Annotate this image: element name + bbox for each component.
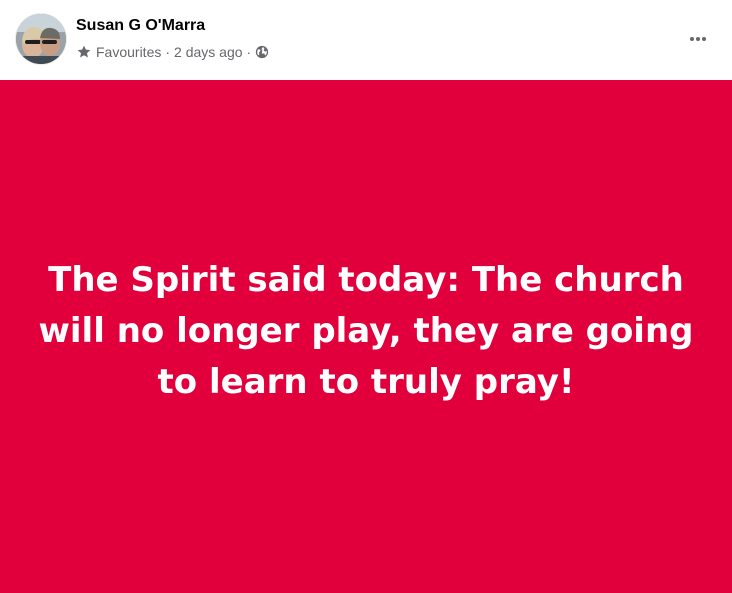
timestamp[interactable]: 2 days ago bbox=[174, 43, 243, 61]
post-meta: Favourites · 2 days ago · bbox=[76, 43, 269, 61]
avatar-photo-icon bbox=[16, 14, 66, 64]
meta-separator: · bbox=[165, 44, 171, 60]
author-name[interactable]: Susan G O'Marra bbox=[76, 16, 205, 36]
more-options-button[interactable] bbox=[680, 21, 716, 57]
audience-label[interactable]: Favourites bbox=[96, 43, 161, 61]
more-horizontal-icon bbox=[690, 37, 706, 41]
star-icon bbox=[76, 44, 92, 60]
post-header: Susan G O'Marra Favourites · 2 days ago … bbox=[0, 0, 732, 80]
post-card: Susan G O'Marra Favourites · 2 days ago … bbox=[0, 0, 732, 593]
meta-separator: · bbox=[246, 44, 252, 60]
post-background-panel: The Spirit said today: The church will n… bbox=[0, 80, 732, 593]
avatar[interactable] bbox=[16, 14, 66, 64]
post-text: The Spirit said today: The church will n… bbox=[38, 260, 694, 402]
globe-icon[interactable] bbox=[255, 45, 269, 59]
